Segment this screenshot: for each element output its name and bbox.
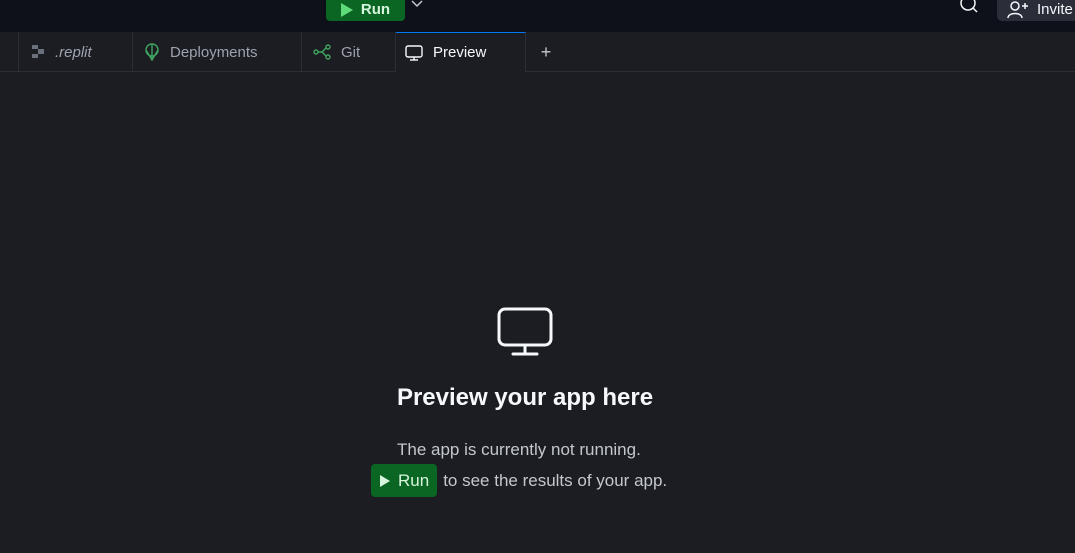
preview-pane: Preview your app here The app is current… [0,72,1075,553]
run-button[interactable]: Run [326,0,405,21]
search-icon[interactable] [958,0,980,14]
chevron-down-icon[interactable] [409,0,425,11]
tab-preview[interactable]: Preview [396,32,526,72]
play-icon [340,2,353,17]
empty-state-title: Preview your app here [396,384,654,411]
run-inline-button[interactable]: Run [371,464,438,497]
git-icon [313,44,331,60]
tab-replit[interactable]: .replit [19,32,133,72]
add-tab-button[interactable]: + [536,42,556,62]
tab-replit-label: .replit [55,43,92,61]
replit-file-icon [32,45,44,58]
empty-state-message: The app is currently not running. [397,440,641,459]
monitor-icon [497,307,553,356]
tab-git[interactable]: Git [302,32,396,72]
workspace-header: Run Invite [0,0,1075,32]
run-inline-label: Run [398,470,430,490]
tab-deployments[interactable]: Deployments [133,32,302,72]
invite-button[interactable]: Invite [997,0,1075,21]
tab-git-label: Git [341,43,361,61]
tab-preview-label: Preview [433,44,487,61]
monitor-icon [405,44,423,61]
run-button-label: Run [360,1,391,18]
deployments-icon [145,43,159,61]
tab-bar-edge [0,32,19,72]
invite-button-label: Invite [1037,1,1073,18]
add-user-icon [1007,0,1028,18]
empty-state-run-suffix: to see the results of your app. [443,470,668,490]
play-icon [380,474,390,487]
tab-deployments-label: Deployments [170,43,258,61]
empty-state-run-line: Run to see the results of your app. [371,464,667,497]
tab-bar: .replit Deployments Git Preview + [0,32,1075,72]
